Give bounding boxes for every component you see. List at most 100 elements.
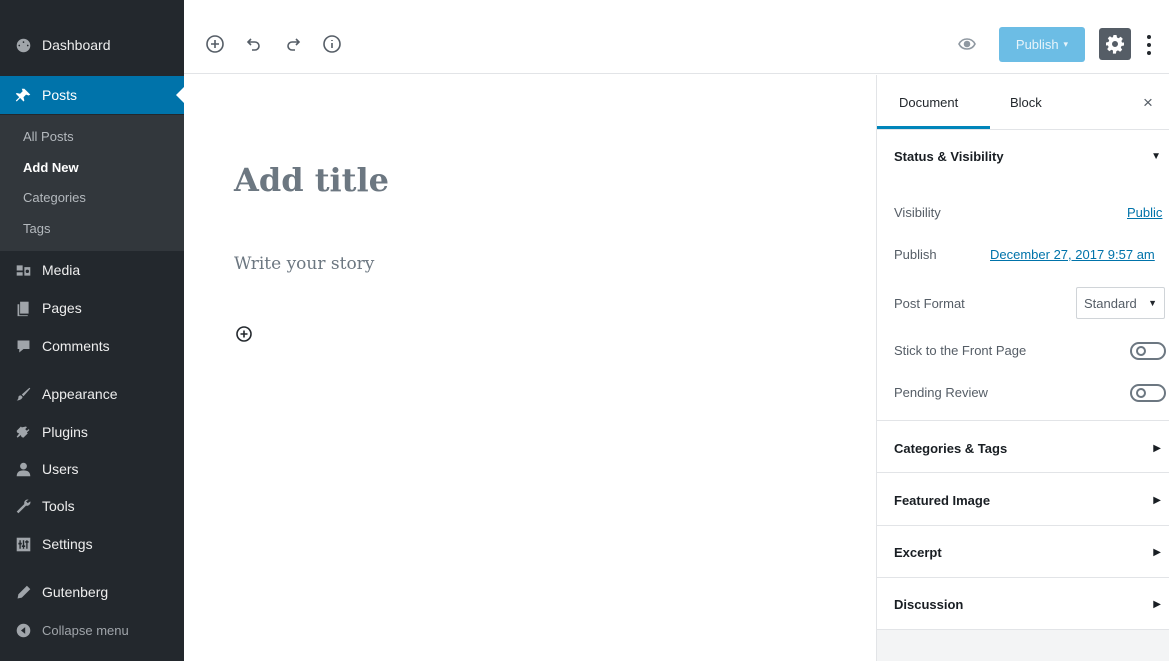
info-icon[interactable] — [320, 32, 344, 56]
menu-item-media[interactable]: Media — [0, 251, 184, 289]
undo-icon[interactable] — [242, 32, 266, 56]
users-icon — [13, 459, 33, 479]
submenu-add-new[interactable]: Add New — [23, 160, 79, 175]
dot — [1147, 43, 1151, 47]
post-body-input[interactable]: Write your story — [234, 254, 374, 274]
settings-tabs: Document Block × — [877, 75, 1169, 130]
posts-submenu: All Posts Add New Categories Tags — [0, 115, 184, 251]
editor-toolbar: Publish ▾ — [184, 0, 1169, 74]
menu-label-settings: Settings — [42, 536, 93, 552]
toggle-knob — [1136, 388, 1146, 398]
section-categories-tags[interactable]: Categories & Tags ▶ — [877, 438, 1169, 458]
settings-sidebar: Document Block × Status & Visibility ▼ V… — [876, 75, 1169, 661]
section-title: Excerpt — [894, 544, 942, 560]
menu-item-tools[interactable]: Tools — [0, 487, 184, 525]
menu-item-comments[interactable]: Comments — [0, 327, 184, 365]
menu-label-media: Media — [42, 262, 81, 278]
pages-icon — [13, 298, 33, 318]
submenu-tags[interactable]: Tags — [23, 221, 50, 236]
menu-item-dashboard[interactable]: Dashboard — [0, 26, 184, 64]
section-title: Featured Image — [894, 492, 991, 508]
inline-add-block-icon[interactable] — [234, 324, 254, 344]
redo-icon[interactable] — [281, 32, 305, 56]
media-icon — [13, 260, 33, 280]
admin-sidebar: Dashboard Posts All Posts Add New Catego… — [0, 0, 184, 661]
menu-item-settings[interactable]: Settings — [0, 525, 184, 563]
menu-label-plugins: Plugins — [42, 424, 88, 440]
visibility-value-link[interactable]: Public — [1127, 205, 1162, 220]
publish-date-label: Publish — [894, 247, 937, 262]
publish-button[interactable]: Publish ▾ — [999, 27, 1085, 62]
pending-review-toggle[interactable] — [1130, 384, 1166, 402]
pending-review-label: Pending Review — [894, 385, 988, 400]
menu-label-users: Users — [42, 461, 79, 477]
close-icon[interactable]: × — [1143, 93, 1153, 113]
post-title-input[interactable]: Add title — [234, 161, 389, 199]
active-tab-indicator — [877, 126, 990, 129]
divider — [877, 472, 1169, 473]
settings-panel-body: Document Block × Status & Visibility ▼ V… — [877, 75, 1169, 630]
menu-item-appearance[interactable]: Appearance — [0, 375, 184, 413]
menu-item-plugins[interactable]: Plugins — [0, 413, 184, 451]
wrench-icon — [13, 496, 33, 516]
chevron-down-icon: ▾ — [1063, 39, 1069, 49]
preview-eye-icon[interactable] — [955, 32, 979, 56]
post-format-select[interactable]: Standard ▼ — [1076, 287, 1165, 319]
plugin-icon — [13, 422, 33, 442]
menu-label-posts: Posts — [42, 87, 78, 103]
paintbrush-icon — [13, 384, 33, 404]
chevron-down-icon: ▼ — [1148, 298, 1157, 308]
menu-label-pages: Pages — [42, 300, 82, 316]
post-format-value: Standard — [1084, 295, 1137, 311]
pin-icon — [13, 85, 33, 105]
sticky-label: Stick to the Front Page — [894, 343, 1027, 358]
toggle-knob — [1136, 346, 1146, 356]
section-title: Status & Visibility — [894, 148, 1004, 164]
chevron-right-icon: ▶ — [1153, 598, 1161, 610]
divider — [877, 629, 1169, 630]
gear-icon — [1106, 35, 1124, 54]
menu-label-collapse: Collapse menu — [42, 622, 129, 638]
menu-item-users[interactable]: Users — [0, 450, 184, 488]
divider — [877, 525, 1169, 526]
publish-label: Publish — [1015, 37, 1059, 52]
dot — [1147, 35, 1151, 39]
visibility-label: Visibility — [894, 205, 941, 220]
section-featured-image[interactable]: Featured Image ▶ — [877, 490, 1169, 510]
pencil-icon — [13, 582, 33, 602]
comment-icon — [13, 336, 33, 356]
tab-block[interactable]: Block — [1010, 95, 1042, 110]
collapse-menu-button[interactable]: Collapse menu — [0, 611, 184, 649]
divider — [877, 420, 1169, 421]
menu-label-gutenberg: Gutenberg — [42, 584, 109, 600]
post-format-label: Post Format — [894, 296, 965, 311]
section-title: Discussion — [894, 596, 964, 612]
menu-label-comments: Comments — [42, 338, 110, 354]
section-discussion[interactable]: Discussion ▶ — [877, 594, 1169, 614]
add-block-icon[interactable] — [203, 32, 227, 56]
menu-label-tools: Tools — [42, 498, 75, 514]
menu-label-dashboard: Dashboard — [42, 37, 111, 53]
menu-item-pages[interactable]: Pages — [0, 289, 184, 327]
section-title: Categories & Tags — [894, 440, 1008, 456]
divider — [877, 577, 1169, 578]
sticky-toggle[interactable] — [1130, 342, 1166, 360]
chevron-down-icon: ▼ — [1151, 150, 1161, 162]
dot — [1147, 51, 1151, 55]
submenu-categories[interactable]: Categories — [23, 190, 86, 205]
publish-date-link[interactable]: December 27, 2017 9:57 am — [990, 247, 1155, 262]
section-status-visibility[interactable]: Status & Visibility ▼ — [877, 146, 1169, 166]
settings-sliders-icon — [13, 534, 33, 554]
submenu-all-posts[interactable]: All Posts — [23, 129, 74, 144]
menu-item-gutenberg[interactable]: Gutenberg — [0, 573, 184, 611]
section-excerpt[interactable]: Excerpt ▶ — [877, 542, 1169, 562]
more-vertical-icon[interactable] — [1141, 30, 1157, 60]
tab-document[interactable]: Document — [899, 95, 958, 110]
editor-canvas: Add title Write your story — [184, 75, 876, 661]
chevron-right-icon: ▶ — [1153, 546, 1161, 558]
menu-item-posts[interactable]: Posts — [0, 76, 184, 114]
chevron-right-icon: ▶ — [1153, 494, 1161, 506]
dashboard-icon — [13, 35, 33, 55]
settings-toggle-button[interactable] — [1099, 28, 1131, 60]
chevron-right-icon: ▶ — [1153, 442, 1161, 454]
